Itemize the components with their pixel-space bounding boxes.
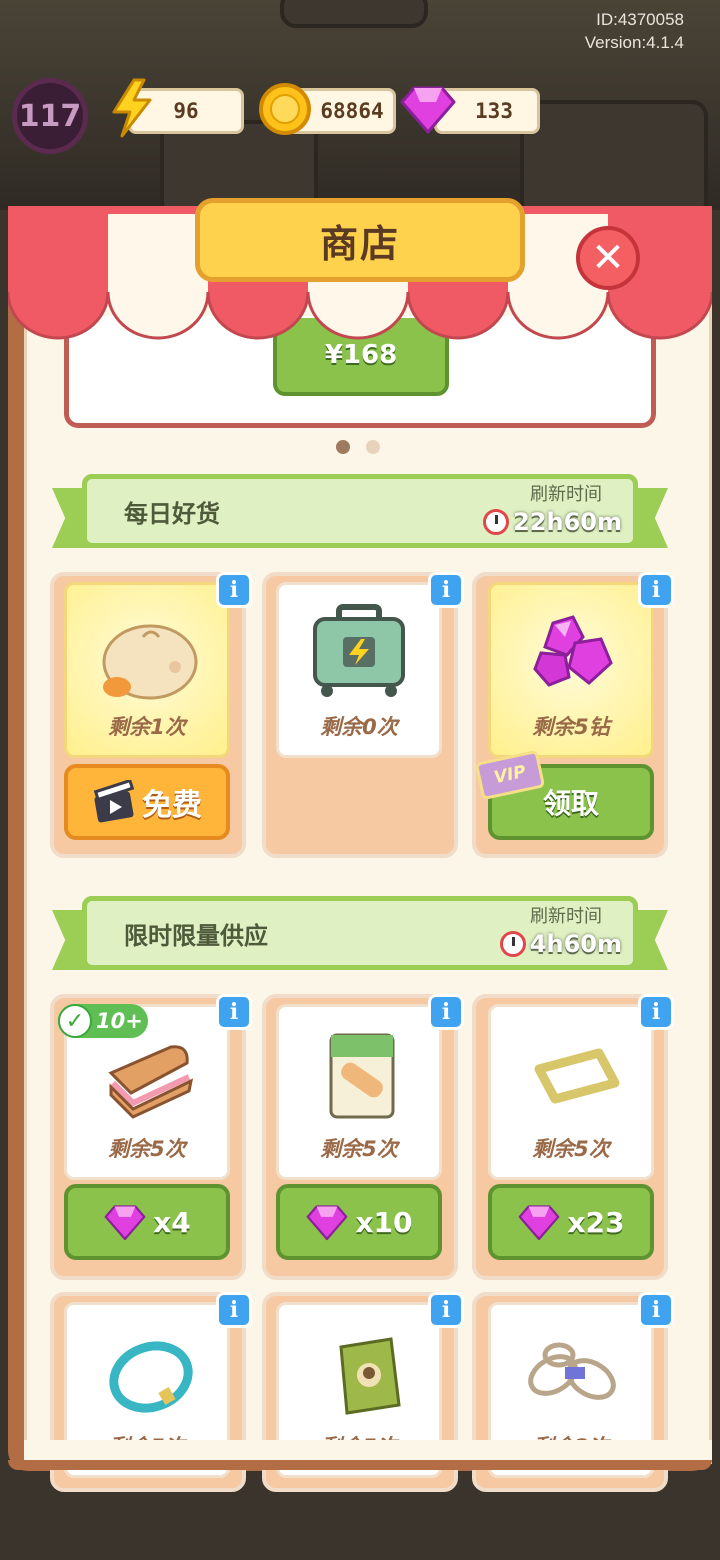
daily-item-card[interactable]: 剩余0次 bbox=[276, 582, 442, 758]
vip-claim-label: 领取 bbox=[542, 787, 599, 820]
bandage-box-icon bbox=[329, 1033, 395, 1119]
daily-item-remain: 剩余0次 bbox=[320, 715, 398, 739]
limited-item-remain: 剩余5次 bbox=[320, 1137, 398, 1161]
coin-icon bbox=[259, 83, 311, 135]
info-icon[interactable]: i bbox=[638, 994, 674, 1030]
close-icon: ✕ bbox=[591, 235, 625, 281]
daily-section-title: 每日好货 bbox=[124, 500, 220, 528]
energy-suitcase-icon bbox=[313, 604, 405, 697]
buy-price: x10 bbox=[355, 1205, 413, 1239]
buy-price: x23 bbox=[567, 1205, 625, 1239]
checkmark-icon: ✓ bbox=[58, 1004, 92, 1038]
clock-icon bbox=[499, 931, 526, 957]
carousel-dot-active[interactable] bbox=[336, 440, 350, 454]
gem-icon bbox=[400, 86, 456, 134]
background-shelf bbox=[520, 100, 708, 218]
free-claim-button[interactable]: 免费 bbox=[64, 764, 230, 840]
purchased-count: 10+ bbox=[96, 1009, 143, 1033]
carousel-dot[interactable] bbox=[366, 440, 380, 454]
frame-icon bbox=[534, 1048, 620, 1104]
info-icon[interactable]: i bbox=[638, 1292, 674, 1328]
limited-section-header: 限时限量供应 刷新时间 4h60m bbox=[52, 896, 668, 980]
daily-item-remain: 剩余5钻 bbox=[532, 715, 610, 739]
limited-item-remain: 剩余5次 bbox=[532, 1137, 610, 1161]
version-label: Version:4.1.4 bbox=[584, 33, 684, 52]
free-claim-label: 免费 bbox=[142, 788, 202, 823]
limited-refresh-label: 刷新时间 bbox=[530, 906, 602, 927]
sandwich-icon bbox=[108, 1045, 194, 1119]
daily-refresh-timer: 22h60m bbox=[483, 508, 622, 536]
info-icon[interactable]: i bbox=[428, 994, 464, 1030]
daily-item-card[interactable]: 剩余1次 bbox=[64, 582, 230, 758]
background-box bbox=[280, 0, 428, 28]
lightning-icon bbox=[112, 78, 152, 138]
info-icon[interactable]: i bbox=[216, 1292, 252, 1328]
gem-icon bbox=[307, 1205, 348, 1241]
info-icon[interactable]: i bbox=[428, 1292, 464, 1328]
daily-refresh-label: 刷新时间 bbox=[530, 484, 602, 505]
info-icon[interactable]: i bbox=[638, 572, 674, 608]
info-icon[interactable]: i bbox=[216, 994, 252, 1030]
limited-item-card[interactable]: 剩余5次 bbox=[488, 1004, 654, 1180]
buy-button[interactable]: x10 bbox=[276, 1184, 442, 1260]
limited-section-title: 限时限量供应 bbox=[124, 922, 268, 950]
daily-item-card[interactable]: 剩余5钻 bbox=[488, 582, 654, 758]
shop-panel-bottom-edge bbox=[8, 1460, 712, 1470]
video-clapper-icon bbox=[93, 780, 135, 823]
buy-price: x4 bbox=[153, 1205, 191, 1239]
shop-title: 商店 bbox=[195, 198, 525, 282]
daily-refresh-time: 22h60m bbox=[513, 508, 622, 536]
limited-refresh-timer: 4h60m bbox=[499, 930, 622, 958]
energy-value: 96 bbox=[173, 99, 199, 123]
player-id: ID:4370058 bbox=[596, 10, 684, 29]
build-info: ID:4370058 Version:4.1.4 bbox=[585, 8, 684, 54]
purchased-badge: ✓ 10+ bbox=[58, 1004, 148, 1038]
limited-item-remain: 剩余5次 bbox=[108, 1137, 186, 1161]
close-button[interactable]: ✕ bbox=[576, 226, 640, 290]
limited-item-card[interactable]: 剩余5次 bbox=[276, 1004, 442, 1180]
coin-value: 68864 bbox=[320, 99, 384, 123]
level-value: 117 bbox=[18, 98, 82, 134]
info-icon[interactable]: i bbox=[428, 572, 464, 608]
sleeping-hamster-icon bbox=[102, 624, 198, 700]
gem-icon bbox=[519, 1205, 560, 1241]
gem-pile-icon bbox=[533, 615, 613, 687]
daily-section-header: 每日好货 刷新时间 22h60m bbox=[52, 474, 668, 558]
daily-item-remain: 剩余1次 bbox=[108, 715, 186, 739]
carousel-dots bbox=[336, 440, 380, 454]
clock-icon bbox=[483, 509, 510, 535]
limited-refresh-time: 4h60m bbox=[529, 930, 622, 958]
seed-bag-icon bbox=[339, 1337, 401, 1415]
info-icon[interactable]: i bbox=[216, 572, 252, 608]
rope-icon bbox=[528, 1342, 616, 1400]
ring-icon bbox=[109, 1341, 193, 1413]
player-level-badge[interactable]: 117 bbox=[12, 78, 88, 154]
buy-button[interactable]: x4 bbox=[64, 1184, 230, 1260]
gem-value: 133 bbox=[475, 99, 513, 123]
gem-icon bbox=[104, 1205, 146, 1241]
buy-button[interactable]: x23 bbox=[488, 1184, 654, 1260]
